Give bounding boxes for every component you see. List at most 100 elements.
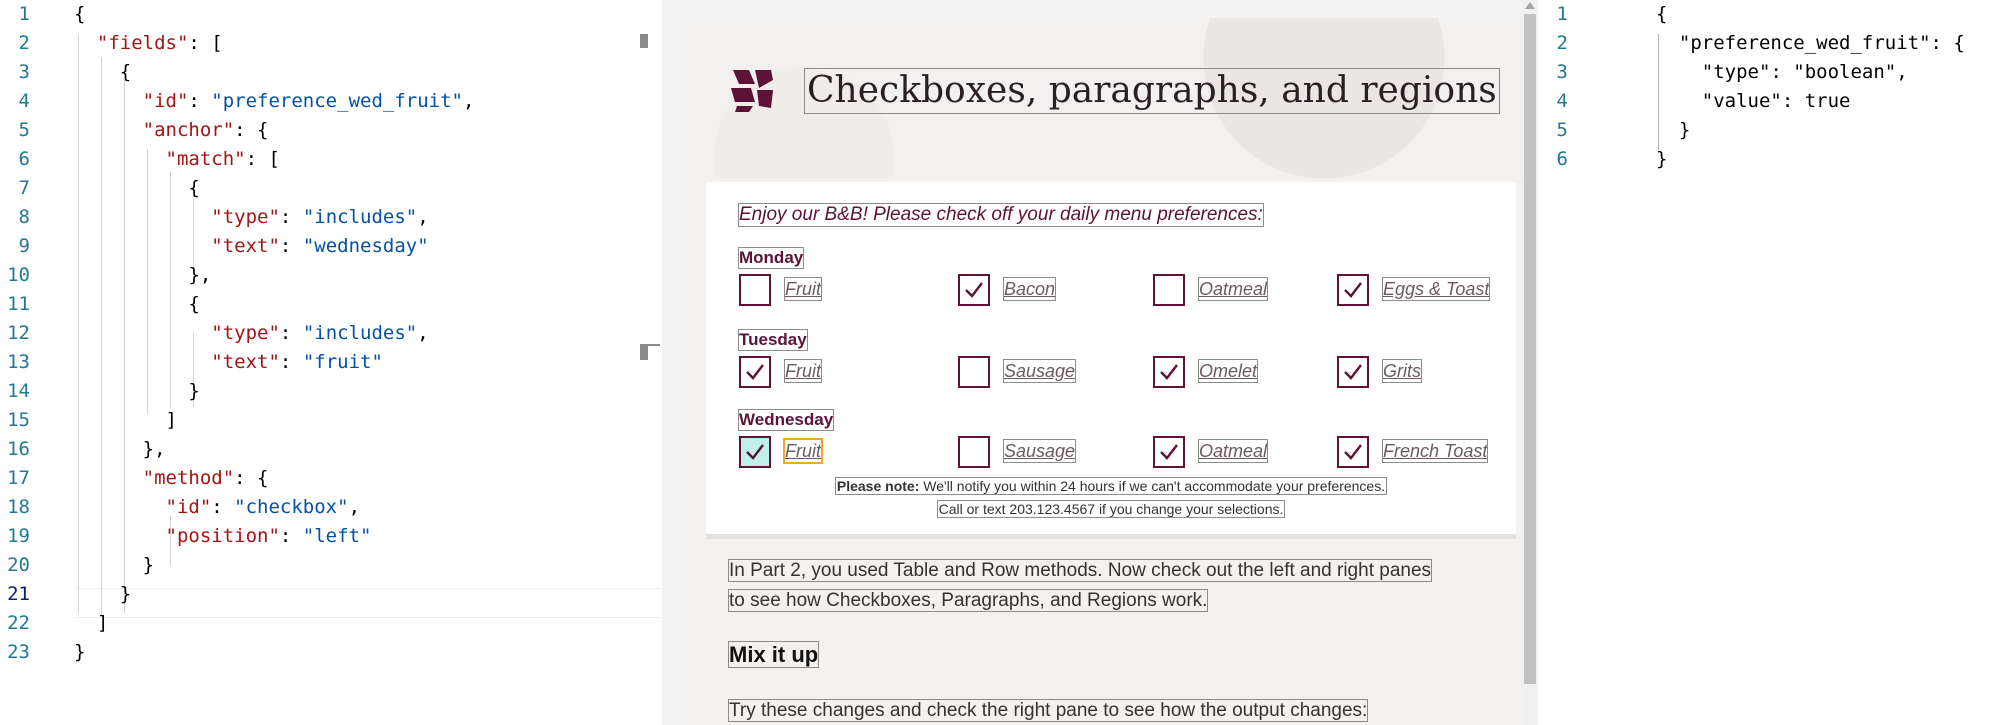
code-line[interactable]: 19 "position": "left" — [0, 522, 660, 551]
code-text: { — [74, 293, 200, 315]
code-line[interactable]: 21 } — [0, 580, 660, 609]
code-text: "preference_wed_fruit": { — [1656, 32, 1965, 54]
code-line[interactable]: 2 "preference_wed_fruit": { — [1538, 29, 1999, 58]
line-number: 7 — [18, 177, 30, 199]
code-line[interactable]: 17 "method": { — [0, 464, 660, 493]
code-text: }, — [74, 438, 166, 460]
code-line[interactable]: 3 "type": "boolean", — [1538, 58, 1999, 87]
checkmark-icon — [965, 282, 983, 298]
code-line[interactable]: 5 "anchor": { — [0, 116, 660, 145]
code-text: ] — [74, 409, 177, 431]
line-number: 12 — [7, 322, 30, 344]
code-line[interactable]: 4 "id": "preference_wed_fruit", — [0, 87, 660, 116]
checkbox-checked[interactable] — [1153, 356, 1185, 388]
code-text: } — [1656, 148, 1668, 170]
document-preview[interactable]: Checkboxes, paragraphs, and regions Enjo… — [662, 0, 1538, 725]
code-line[interactable]: 15 ] — [0, 406, 660, 435]
code-line[interactable]: 2 "fields": [ — [0, 29, 660, 58]
line-number: 3 — [18, 61, 30, 83]
option-label: Eggs & Toast — [1381, 277, 1491, 301]
option-label: Sausage — [1002, 359, 1077, 383]
page-title: Checkboxes, paragraphs, and regions — [804, 68, 1500, 114]
code-text: }, — [74, 264, 212, 286]
code-text: "id": "checkbox", — [165, 496, 361, 518]
checkbox-checked[interactable] — [1337, 356, 1369, 388]
request-json-editor[interactable]: 1{2 "fields": [3 {4 "id": "preference_we… — [0, 0, 660, 725]
code-line[interactable]: 23} — [0, 638, 660, 667]
checkbox-unchecked[interactable] — [739, 274, 771, 306]
code-line[interactable]: 22 ] — [0, 609, 660, 638]
line-number: 5 — [1556, 119, 1568, 141]
code-line[interactable]: 8 "type": "includes", — [0, 203, 660, 232]
code-text: } — [74, 554, 155, 576]
line-number: 21 — [7, 583, 30, 605]
note-contact: Call or text 203.123.4567 if you change … — [936, 500, 1286, 518]
checkmark-icon — [746, 444, 764, 460]
line-number: 2 — [1556, 32, 1568, 54]
output-json-editor[interactable]: 1{2 "preference_wed_fruit": {3 "type": "… — [1538, 0, 1999, 725]
code-line[interactable]: 16 }, — [0, 435, 660, 464]
checkmark-icon — [1344, 444, 1362, 460]
checkbox-checked[interactable] — [958, 274, 990, 306]
code-text: "match": [ — [165, 148, 280, 170]
line-number: 6 — [18, 148, 30, 170]
code-line[interactable]: 10 }, — [0, 261, 660, 290]
line-number: 9 — [18, 235, 30, 257]
code-line[interactable]: 7 { — [0, 174, 660, 203]
code-line[interactable]: 14 } — [0, 377, 660, 406]
line-number: 11 — [7, 293, 30, 315]
line-number: 20 — [7, 554, 30, 576]
scroll-up-arrow-icon[interactable] — [1525, 2, 1535, 9]
note-bold: Please note: — [836, 478, 920, 494]
code-line[interactable]: 12 "type": "includes", — [0, 319, 660, 348]
line-number: 1 — [1556, 3, 1568, 25]
code-text: "text": "fruit" — [211, 351, 383, 373]
line-number: 15 — [7, 409, 30, 431]
option-label: Fruit — [784, 277, 822, 301]
option-label: French Toast — [1381, 439, 1489, 463]
checkbox-checked[interactable] — [1337, 436, 1369, 468]
code-text: "anchor": { — [142, 119, 269, 141]
code-line[interactable]: 1{ — [0, 0, 660, 29]
line-number: 14 — [7, 380, 30, 402]
code-line[interactable]: 4 "value": true — [1538, 87, 1999, 116]
line-number: 4 — [18, 90, 30, 112]
note-line-2: Call or text 203.123.4567 if you change … — [706, 500, 1516, 518]
checkbox-unchecked[interactable] — [958, 356, 990, 388]
code-text: "method": { — [142, 467, 269, 489]
checkbox-unchecked[interactable] — [958, 436, 990, 468]
hero-banner: Checkboxes, paragraphs, and regions — [684, 18, 1524, 178]
option-label: Bacon — [1002, 277, 1057, 301]
code-text: "id": "preference_wed_fruit", — [142, 90, 475, 112]
code-text: "fields": [ — [96, 32, 223, 54]
paragraph-2: Try these changes and check the right pa… — [727, 699, 1369, 722]
scrollbar-marker[interactable] — [640, 34, 648, 48]
code-text: } — [74, 380, 200, 402]
code-text: { — [74, 177, 200, 199]
checkmark-icon — [746, 364, 764, 380]
code-line[interactable]: 9 "text": "wednesday" — [0, 232, 660, 261]
line-number: 23 — [7, 641, 30, 663]
code-text: "type": "includes", — [211, 322, 429, 344]
paragraph-line-1: In Part 2, you used Table and Row method… — [727, 559, 1433, 582]
code-line[interactable]: 1{ — [1538, 0, 1999, 29]
code-line[interactable]: 3 { — [0, 58, 660, 87]
code-text: } — [74, 641, 86, 663]
preview-scrollbar-thumb[interactable] — [1524, 14, 1536, 684]
code-line[interactable]: 6} — [1538, 145, 1999, 174]
checkbox-checked[interactable] — [1153, 436, 1185, 468]
checkbox-unchecked[interactable] — [1153, 274, 1185, 306]
preview-page: Checkboxes, paragraphs, and regions Enjo… — [684, 18, 1524, 725]
code-line[interactable]: 5 } — [1538, 116, 1999, 145]
scrollbar-marker[interactable] — [640, 346, 648, 360]
code-line[interactable]: 11 { — [0, 290, 660, 319]
line-number: 3 — [1556, 61, 1568, 83]
checkbox-checked[interactable] — [739, 436, 771, 468]
code-line[interactable]: 6 "match": [ — [0, 145, 660, 174]
code-line[interactable]: 18 "id": "checkbox", — [0, 493, 660, 522]
option-label: Oatmeal — [1197, 439, 1269, 463]
code-line[interactable]: 20 } — [0, 551, 660, 580]
checkbox-checked[interactable] — [1337, 274, 1369, 306]
code-line[interactable]: 13 "text": "fruit" — [0, 348, 660, 377]
checkbox-checked[interactable] — [739, 356, 771, 388]
